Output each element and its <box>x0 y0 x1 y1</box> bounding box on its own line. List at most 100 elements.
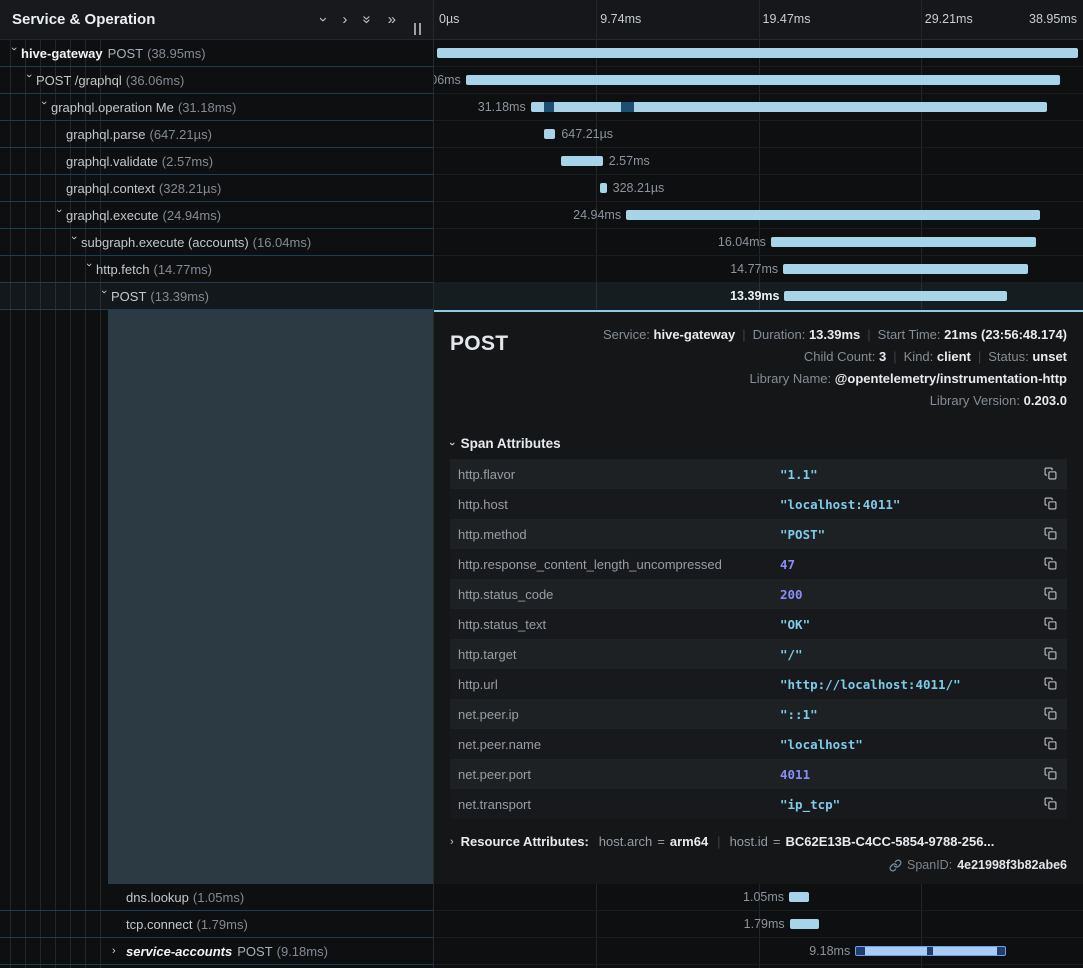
span-bar[interactable] <box>466 75 1060 85</box>
tick-label: 19.47ms <box>763 12 811 26</box>
timeline-row[interactable]: 38.95ms <box>434 40 1083 67</box>
span-operation-name: graphql.context <box>66 181 155 196</box>
attribute-value: "http://localhost:4011/" <box>780 677 1037 692</box>
copy-icon[interactable] <box>1037 615 1057 633</box>
meta-key: Status: <box>988 349 1032 364</box>
span-tree-row[interactable]: graphql.validate (2.57ms) <box>0 148 433 175</box>
caret-down-icon[interactable]: › <box>23 74 35 88</box>
timeline-row[interactable]: 36.06ms <box>434 67 1083 94</box>
bar-duration-label: 328.21µs <box>613 181 665 195</box>
copy-icon[interactable] <box>1037 765 1057 783</box>
span-id-row: SpanID: 4e21998f3b82abe6 <box>450 858 1067 872</box>
copy-icon[interactable] <box>1037 735 1057 753</box>
copy-icon[interactable] <box>1037 525 1057 543</box>
meta-key: Start Time: <box>878 327 944 342</box>
attribute-value: "::1" <box>780 707 1037 722</box>
timeline-row[interactable]: 9.18ms <box>434 938 1083 965</box>
span-bar[interactable] <box>626 210 1039 220</box>
attribute-key: http.host <box>458 497 780 512</box>
caret-down-icon[interactable]: › <box>68 236 80 250</box>
span-bar[interactable] <box>544 129 556 139</box>
timeline-row[interactable]: 16.04ms <box>434 229 1083 256</box>
timeline-row[interactable]: 2.57ms <box>434 148 1083 175</box>
bar-duration-label: 2.57ms <box>609 154 650 168</box>
timeline-panel: 0µs 9.74ms 19.47ms 29.21ms 38.95ms 38.95… <box>434 0 1083 968</box>
span-duration-label: (647.21µs) <box>150 127 212 142</box>
timeline-row[interactable]: 1.05ms <box>434 884 1083 911</box>
resource-attributes-row[interactable]: › Resource Attributes: host.arch=arm64|h… <box>450 834 1067 849</box>
span-tree-row[interactable]: dns.lookup (1.05ms) <box>0 884 433 911</box>
copy-icon[interactable] <box>1037 645 1057 663</box>
span-bar[interactable] <box>789 892 809 902</box>
span-operation-name: tcp.connect <box>126 917 193 932</box>
copy-icon[interactable] <box>1037 675 1057 693</box>
span-detail-panel: POST Service: hive-gateway|Duration: 13.… <box>434 310 1083 884</box>
trace-viewer-window: Service & Operation ››»» › hive-gateway … <box>0 0 1083 968</box>
span-attributes-header[interactable]: › Span Attributes <box>450 436 1067 451</box>
span-tree-rows-top: › hive-gateway POST (38.95ms) › POST /gr… <box>0 40 433 310</box>
span-tree-row[interactable]: › POST /graphql (36.06ms) <box>0 67 433 94</box>
span-tree-row[interactable]: › http.fetch (14.77ms) <box>0 256 433 283</box>
timeline-row[interactable]: 24.94ms <box>434 202 1083 229</box>
span-duration-label: (36.06ms) <box>126 73 185 88</box>
span-tree-row[interactable]: › service-accounts POST (9.18ms) <box>0 938 433 965</box>
caret-down-icon[interactable]: › <box>83 263 95 277</box>
span-tree-row[interactable]: › POST (13.39ms) <box>0 283 433 310</box>
copy-icon[interactable] <box>1037 555 1057 573</box>
tick-label: 29.21ms <box>925 12 973 26</box>
caret-down-icon[interactable]: › <box>8 47 20 61</box>
span-tree-row[interactable]: › graphql.execute (24.94ms) <box>0 202 433 229</box>
caret-down-icon[interactable]: › <box>98 290 110 304</box>
caret-down-icon[interactable]: › <box>53 209 65 223</box>
expanded-span-region[interactable] <box>0 310 433 884</box>
caret-down-icon[interactable]: › <box>38 101 50 115</box>
panel-resize-handle[interactable] <box>414 23 421 35</box>
attribute-key: http.status_text <box>458 617 780 632</box>
span-bar[interactable] <box>531 102 1048 112</box>
span-bar[interactable] <box>771 237 1036 247</box>
copy-icon[interactable] <box>1037 705 1057 723</box>
copy-icon[interactable] <box>1037 495 1057 513</box>
span-bar[interactable] <box>437 48 1078 58</box>
span-bar[interactable] <box>855 946 1006 956</box>
chevron-right-icon[interactable]: › <box>342 12 347 27</box>
span-id-value: 4e21998f3b82abe6 <box>957 858 1067 872</box>
timeline-row[interactable]: 1.79ms <box>434 911 1083 938</box>
span-bar[interactable] <box>784 291 1007 301</box>
span-bar[interactable] <box>783 264 1028 274</box>
span-bar[interactable] <box>600 183 606 193</box>
timeline-row[interactable]: 647.21µs <box>434 121 1083 148</box>
resource-attributes-title: Resource Attributes: <box>461 834 589 849</box>
meta-value: hive-gateway <box>654 327 736 342</box>
span-tree-row[interactable]: › subgraph.execute (accounts) (16.04ms) <box>0 229 433 256</box>
attribute-key: http.url <box>458 677 780 692</box>
timeline-row[interactable]: 14.77ms <box>434 256 1083 283</box>
span-tree-row[interactable]: tcp.connect (1.79ms) <box>0 911 433 938</box>
bar-duration-label: 9.18ms <box>809 944 850 958</box>
double-chevron-right-icon[interactable]: » <box>388 12 396 27</box>
copy-icon[interactable] <box>1037 585 1057 603</box>
tick-label: 38.95ms <box>1029 12 1077 26</box>
span-meta-line: Library Name: @opentelemetry/instrumenta… <box>603 368 1067 390</box>
span-bar[interactable] <box>561 156 603 166</box>
copy-icon[interactable] <box>1037 795 1057 813</box>
timeline-row[interactable]: 31.18ms <box>434 94 1083 121</box>
resource-value: arm64 <box>670 834 708 849</box>
resource-attributes-items: host.arch=arm64|host.id=BC62E13B-C4CC-58… <box>599 834 995 849</box>
expanded-span-block[interactable] <box>108 310 433 884</box>
bar-duration-label: 1.05ms <box>743 890 784 904</box>
double-chevron-down-icon[interactable]: » <box>360 15 375 23</box>
copy-icon[interactable] <box>1037 465 1057 483</box>
span-tree-row[interactable]: › graphql.operation Me (31.18ms) <box>0 94 433 121</box>
span-bar[interactable] <box>790 919 820 929</box>
span-tree-row[interactable]: graphql.context (328.21µs) <box>0 175 433 202</box>
caret-right-icon[interactable]: › <box>112 945 126 957</box>
link-icon[interactable] <box>889 859 902 872</box>
span-tree-row[interactable]: graphql.parse (647.21µs) <box>0 121 433 148</box>
chevron-down-icon[interactable]: › <box>316 17 331 22</box>
meta-value: client <box>937 349 971 364</box>
timeline-row[interactable]: 13.39ms <box>434 283 1083 310</box>
attribute-key: net.peer.port <box>458 767 780 782</box>
span-tree-row[interactable]: › hive-gateway POST (38.95ms) <box>0 40 433 67</box>
timeline-row[interactable]: 328.21µs <box>434 175 1083 202</box>
